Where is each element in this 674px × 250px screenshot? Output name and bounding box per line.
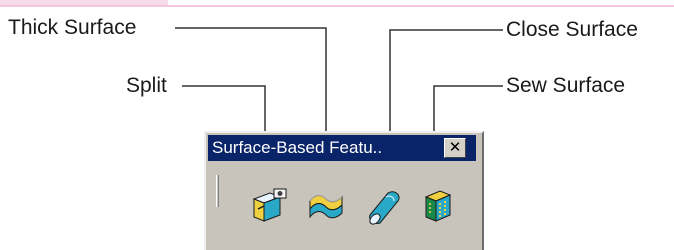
- split-button[interactable]: [250, 185, 290, 225]
- close-surface-button[interactable]: [364, 185, 404, 225]
- sew-surface-button[interactable]: [418, 185, 458, 225]
- callout-split: Split: [126, 74, 167, 97]
- toolbar-drag-grip[interactable]: [216, 175, 219, 207]
- toolbar-title[interactable]: Surface-Based Featu..: [208, 135, 476, 161]
- surface-based-features-toolbar: Surface-Based Featu.. ✕: [204, 131, 484, 250]
- callout-close-surface: Close Surface: [506, 18, 638, 41]
- thick-surface-button[interactable]: [306, 185, 346, 225]
- thick-surface-icon: [309, 195, 343, 219]
- callout-thick-surface: Thick Surface: [8, 16, 137, 39]
- figure-canvas: Thick Surface Close Surface Split Sew Su…: [0, 0, 674, 250]
- split-icon: [252, 188, 287, 222]
- close-icon: ✕: [448, 139, 462, 156]
- toolbar-close-button[interactable]: ✕: [444, 138, 466, 158]
- sew-surface-icon: [424, 190, 452, 222]
- callout-sew-surface: Sew Surface: [506, 74, 626, 97]
- close-surface-icon: [369, 191, 400, 225]
